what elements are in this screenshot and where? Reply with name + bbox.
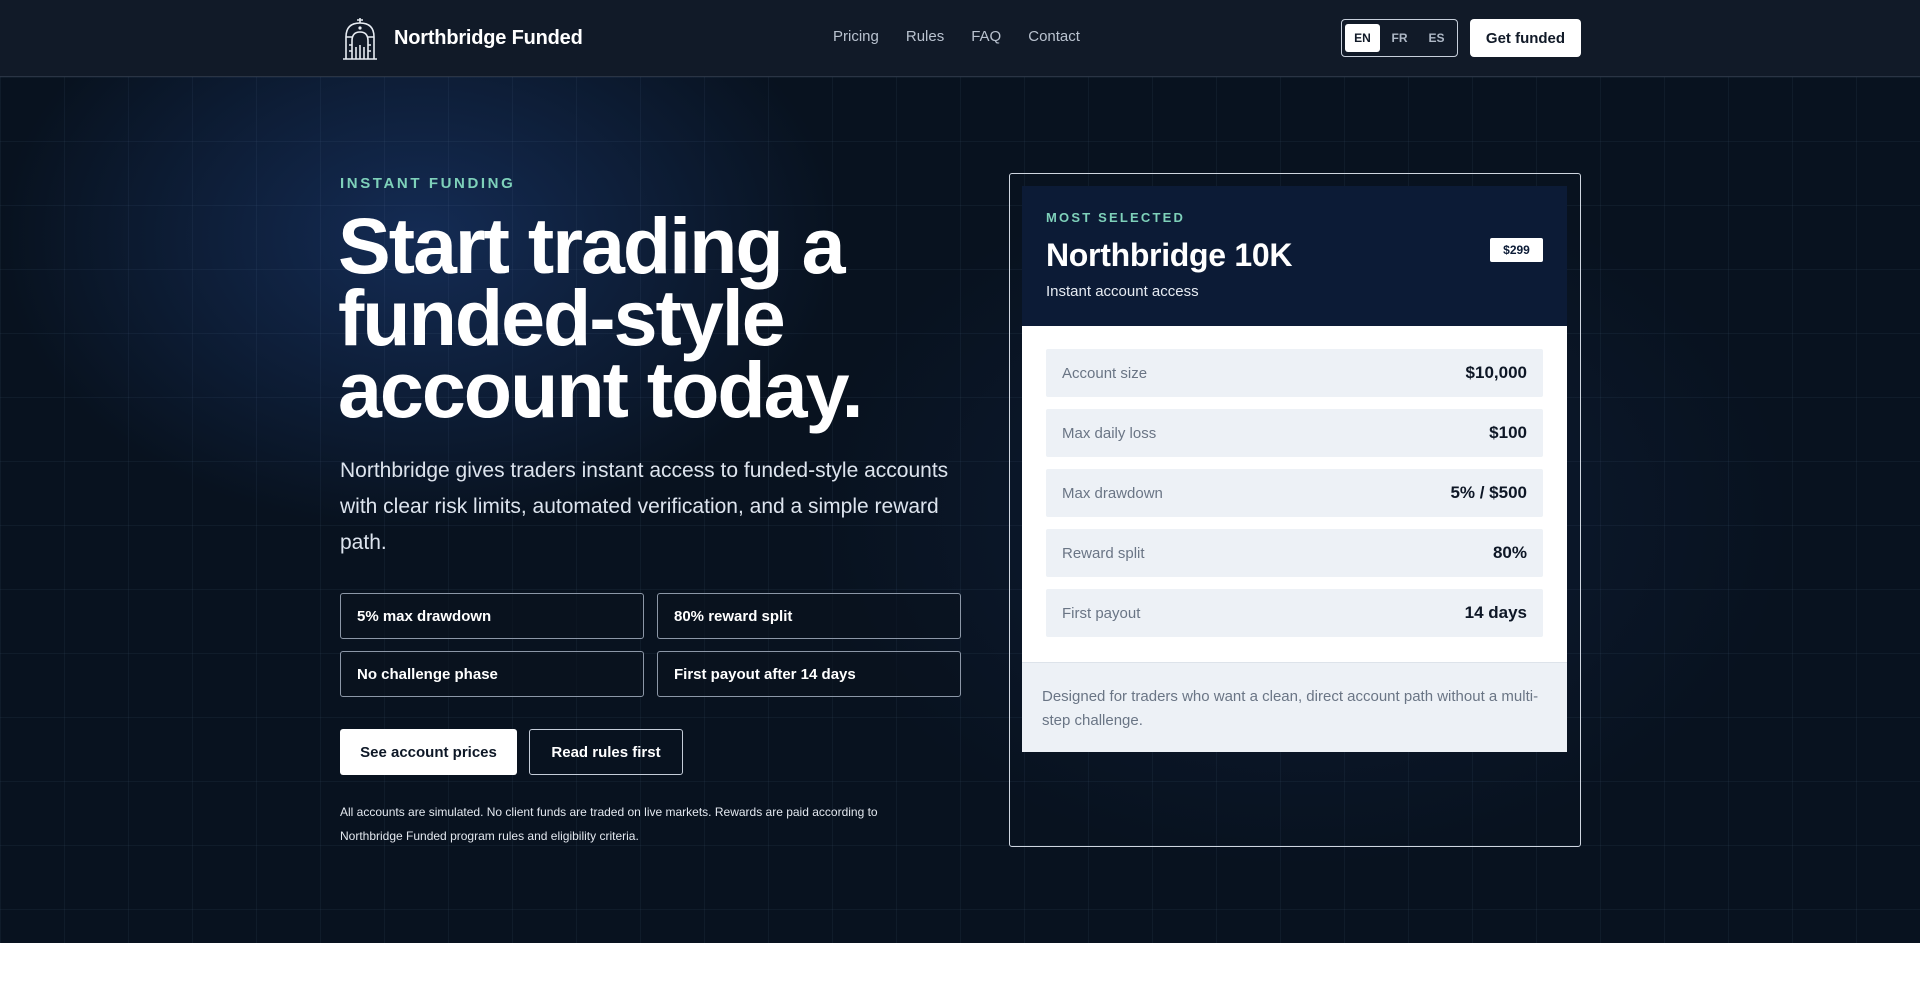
spec-row-reward-split: Reward split 80% (1046, 529, 1543, 577)
hero-description: Northbridge gives traders instant access… (340, 459, 949, 554)
spec-value: $10,000 (1465, 363, 1527, 382)
spec-label: Reward split (1062, 544, 1145, 562)
hero-headline: Start trading a funded-style account tod… (338, 206, 898, 429)
plan-title: Northbridge 10K (1046, 237, 1293, 273)
spec-row-first-payout: First payout 14 days (1046, 589, 1543, 637)
simulated-accounts-disclaimer: All accounts are simulated. No client fu… (340, 805, 878, 843)
spec-value: 14 days (1464, 603, 1527, 622)
language-switcher: EN FR ES (1341, 19, 1458, 57)
spec-value: 5% / $500 (1450, 483, 1527, 502)
price-badge: $299 (1490, 238, 1543, 262)
main-nav: Pricing Rules FAQ Contact (833, 28, 1080, 45)
spec-label: Max drawdown (1062, 484, 1163, 502)
spec-row-max-daily-loss: Max daily loss $100 (1046, 409, 1543, 457)
spec-label: First payout (1062, 604, 1141, 622)
feature-reward-split: 80% reward split (657, 593, 961, 639)
read-rules-button[interactable]: Read rules first (529, 729, 683, 775)
plan-card-header: MOST SELECTED Northbridge 10K Instant ac… (1022, 186, 1567, 326)
brand-link[interactable]: Northbridge Funded (340, 15, 583, 61)
feature-first-payout: First payout after 14 days (657, 651, 961, 697)
plan-eyebrow: MOST SELECTED (1046, 210, 1186, 225)
nav-contact[interactable]: Contact (1028, 28, 1080, 45)
see-account-prices-button[interactable]: See account prices (340, 729, 517, 775)
spec-label: Max daily loss (1062, 424, 1157, 442)
spec-value: 80% (1492, 543, 1527, 562)
nav-rules[interactable]: Rules (906, 28, 944, 45)
headline-line: account today. (338, 345, 864, 434)
top-navigation-bar: Northbridge Funded Pricing Rules FAQ Con… (0, 0, 1920, 77)
get-funded-button[interactable]: Get funded (1470, 19, 1581, 57)
spec-label: Account size (1062, 364, 1148, 382)
lang-es-button[interactable]: ES (1419, 24, 1454, 52)
brand-name: Northbridge Funded (394, 26, 583, 49)
lang-en-button[interactable]: EN (1345, 24, 1380, 52)
nav-faq[interactable]: FAQ (971, 28, 1001, 45)
nav-pricing[interactable]: Pricing (833, 28, 879, 45)
lang-fr-button[interactable]: FR (1382, 24, 1417, 52)
plan-card-note: Designed for traders who want a clean, d… (1022, 662, 1567, 752)
spec-row-account-size: Account size $10,000 (1046, 349, 1543, 397)
plan-subtitle: Instant account access (1046, 283, 1199, 300)
feature-max-drawdown: 5% max drawdown (340, 593, 644, 639)
hero-section: INSTANT FUNDING Start trading a funded-s… (0, 77, 1920, 943)
feature-no-challenge: No challenge phase (340, 651, 644, 697)
hero-eyebrow: INSTANT FUNDING (340, 175, 516, 192)
spec-row-max-drawdown: Max drawdown 5% / $500 (1046, 469, 1543, 517)
gate-arch-icon (343, 18, 377, 60)
spec-value: $100 (1489, 423, 1527, 442)
next-section-start (0, 943, 1920, 993)
plan-card: MOST SELECTED Northbridge 10K Instant ac… (1022, 186, 1567, 752)
